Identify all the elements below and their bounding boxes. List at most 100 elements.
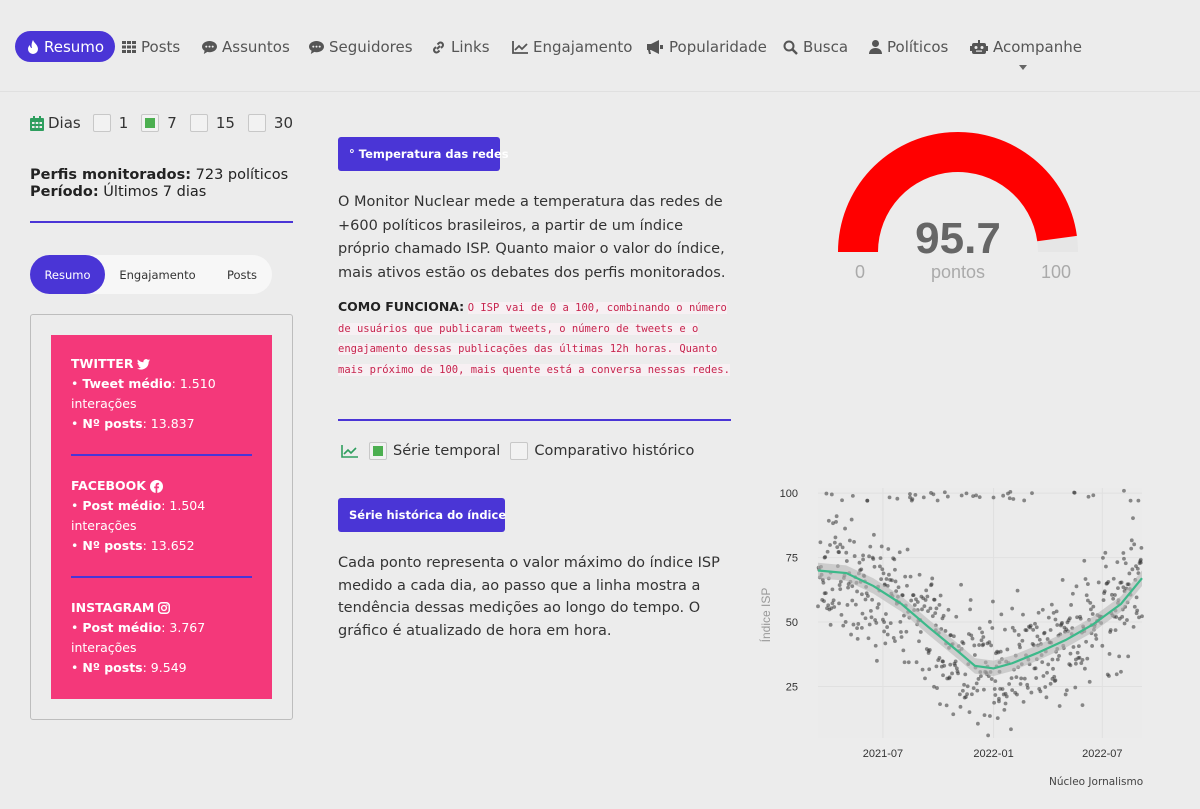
nav-item-engajamento[interactable]: Engajamento [512,33,632,61]
data-point [826,518,831,523]
data-point [1046,662,1051,667]
tab-resumo[interactable]: Resumo [30,255,105,294]
nav-item-posts[interactable]: Posts [122,33,180,61]
data-point [930,614,935,619]
data-point [893,639,897,644]
data-point [1121,551,1126,555]
data-point [923,598,928,602]
data-point [1107,652,1112,656]
area-chart-icon [341,444,358,458]
nav-item-assuntos[interactable]: Assuntos [202,33,290,61]
data-point [878,556,883,561]
data-point [847,538,852,543]
data-point [993,679,998,684]
temperature-title: ° Temperatura das redes [349,147,509,161]
data-point [871,557,876,561]
nav-item-politicos[interactable]: Políticos [869,33,948,61]
data-point [1048,681,1053,686]
data-point [1115,560,1120,565]
data-point [1034,676,1039,680]
tab-posts[interactable]: Posts [212,255,272,294]
data-point [1007,496,1012,501]
data-point [837,550,841,555]
data-point [824,491,829,496]
data-point [944,703,949,708]
data-point [893,567,897,572]
data-point [875,605,880,610]
data-point [823,591,828,596]
comparativo-historico-checkbox[interactable] [510,442,529,460]
data-point [941,613,946,618]
data-point [1035,634,1040,639]
data-point [865,498,870,503]
day-30-checkbox[interactable] [247,114,266,132]
nav-item-acompanhe[interactable]: Acompanhe [970,33,1082,61]
history-badge: Série histórica do índice [338,498,506,532]
posts-label: Nº posts [82,416,143,431]
calendar-icon [30,115,44,131]
data-point [959,493,964,498]
serie-temporal-checkbox[interactable] [369,442,387,460]
data-point [1100,643,1105,648]
data-point [921,495,926,500]
nav-label: Links [451,38,490,56]
nav-item-popularidade[interactable]: Popularidade [647,33,767,61]
data-point [935,686,939,690]
data-point [987,640,992,645]
data-point [892,557,897,562]
data-point [977,495,982,500]
data-point [909,598,914,603]
data-point [834,514,839,519]
data-point [865,594,870,598]
data-point [886,547,891,551]
day-7-checkbox[interactable] [141,114,160,132]
data-point [833,535,838,540]
temperature-badge: ° Temperatura das redes [338,137,509,171]
nav-item-links[interactable]: Links [431,33,490,61]
data-point [942,663,947,668]
data-point [1034,625,1039,630]
data-point [1055,657,1060,662]
nav-item-seguidores[interactable]: Seguidores [309,33,413,61]
monitored-label: Perfis monitorados: [30,167,192,183]
data-point [859,625,864,630]
data-point [977,626,982,631]
data-point [948,662,953,667]
data-point [981,635,986,639]
data-point [1119,580,1124,585]
data-point [972,643,977,648]
data-point [934,606,939,611]
data-point [957,692,962,697]
data-point [1117,654,1122,659]
tab-engajamento[interactable]: Engajamento [110,255,205,294]
metric-unit: interações [71,396,137,411]
data-point [1057,704,1062,708]
data-point [1036,610,1041,615]
data-point [1011,497,1016,501]
data-point [953,659,958,664]
chevron-down-icon[interactable] [1019,65,1027,70]
nav-label: Acompanhe [993,38,1082,56]
day-15-checkbox[interactable] [189,114,208,132]
data-point [1064,688,1069,693]
days-filter: Dias 1 7 15 30 [30,112,293,134]
data-point [874,621,879,625]
data-point [1029,690,1034,695]
data-point [1130,567,1135,572]
data-point [863,597,868,602]
data-point [993,693,998,697]
data-point [999,612,1004,617]
day-1-checkbox[interactable] [92,114,111,132]
data-point [981,642,986,647]
data-point [1009,676,1014,681]
data-point [872,532,876,537]
metric-value: : 1.510 [171,376,216,391]
data-point [855,589,859,594]
data-point [1018,682,1023,686]
nav-item-resumo[interactable]: Resumo [15,31,116,62]
data-point [1114,672,1119,677]
nav-item-busca[interactable]: Busca [783,33,848,61]
data-point [1018,645,1022,650]
data-point [1063,692,1068,697]
data-point [904,629,909,634]
